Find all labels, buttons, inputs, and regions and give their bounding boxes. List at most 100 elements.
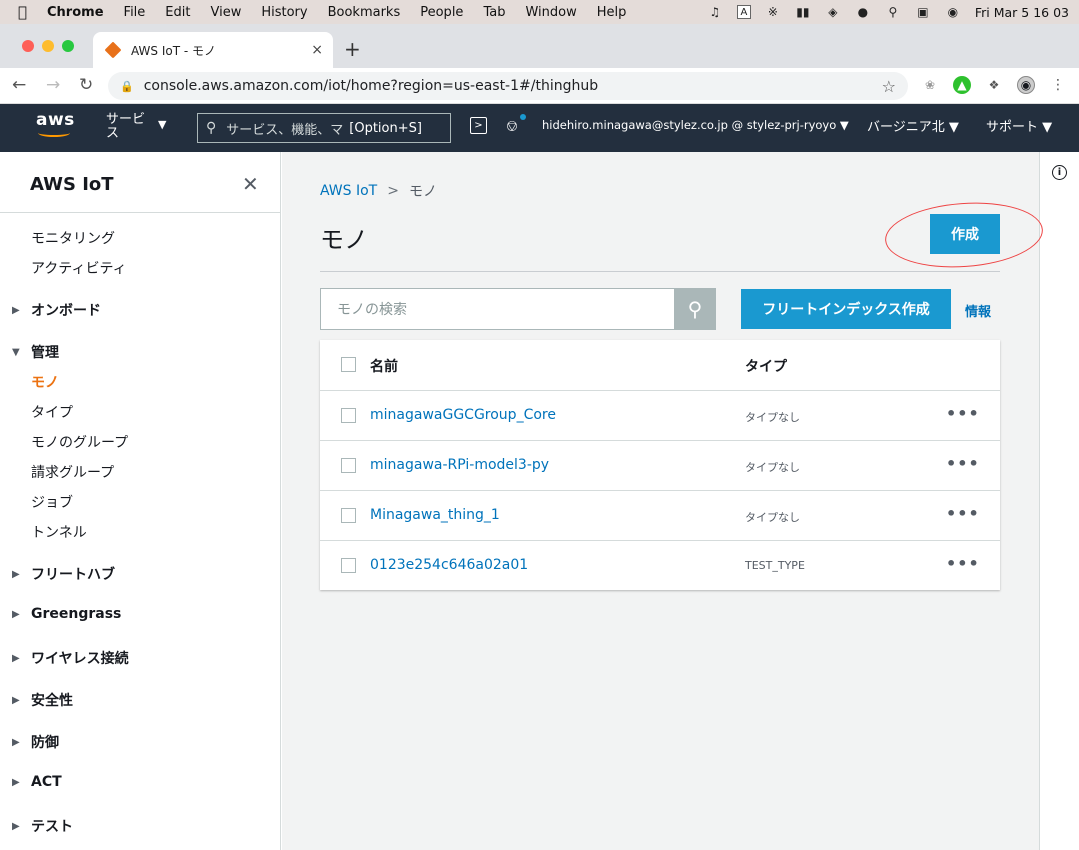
sidebar-item-thing-groups[interactable]: モノのグループ bbox=[31, 432, 128, 452]
sidebar-section-test[interactable]: ▶ テスト bbox=[12, 816, 73, 836]
reload-icon[interactable]: ↻ bbox=[79, 75, 93, 95]
address-bar[interactable]: 🔒 console.aws.amazon.com/iot/home?region… bbox=[108, 72, 908, 100]
menu-window[interactable]: Window bbox=[525, 5, 576, 20]
extension-gray-icon[interactable]: ❀ bbox=[921, 76, 939, 94]
sidebar-close-icon[interactable]: ✕ bbox=[242, 172, 259, 196]
input-source-icon[interactable]: A bbox=[736, 5, 751, 19]
column-header-name[interactable]: 名前 bbox=[370, 356, 398, 376]
aws-logo[interactable]: aws bbox=[36, 110, 75, 130]
notifications-bell-icon[interactable]: ⎊ bbox=[506, 117, 518, 135]
spotlight-icon[interactable]: ⚲ bbox=[885, 5, 901, 19]
thing-name-link[interactable]: 0123e254c646a02a01 bbox=[370, 557, 528, 573]
sidebar-section-fleet-hub[interactable]: ▶ フリートハブ bbox=[12, 564, 115, 584]
user-icon[interactable]: ● bbox=[855, 5, 871, 19]
wifi-icon[interactable]: ◈ bbox=[825, 5, 841, 19]
row-checkbox[interactable] bbox=[341, 408, 356, 423]
sidebar-section-manage[interactable]: ▼ 管理 bbox=[12, 342, 59, 362]
forward-arrow-icon[interactable]: → bbox=[46, 75, 60, 95]
clock[interactable]: Fri Mar 5 16 03 bbox=[975, 5, 1069, 20]
close-window-button[interactable] bbox=[22, 40, 34, 52]
menu-edit[interactable]: Edit bbox=[165, 5, 190, 20]
more-actions-icon[interactable]: ••• bbox=[946, 454, 980, 473]
sidebar-section-onboard[interactable]: ▶ オンボード bbox=[12, 300, 101, 320]
sidebar-item-monitoring[interactable]: モニタリング bbox=[31, 228, 115, 248]
back-arrow-icon[interactable]: ← bbox=[12, 75, 26, 95]
menu-help[interactable]: Help bbox=[597, 5, 627, 20]
chrome-menu-icon[interactable]: ⋮ bbox=[1049, 76, 1067, 94]
breadcrumb-current: モノ bbox=[408, 184, 437, 200]
more-actions-icon[interactable]: ••• bbox=[946, 554, 980, 573]
services-menu[interactable]: サービス bbox=[106, 113, 154, 141]
row-checkbox[interactable] bbox=[341, 558, 356, 573]
lock-icon[interactable]: 🔒 bbox=[120, 80, 134, 93]
services-caret-icon[interactable]: ▼ bbox=[158, 118, 166, 131]
bookmark-star-icon[interactable]: ☆ bbox=[882, 77, 896, 96]
aws-favicon-icon bbox=[104, 41, 122, 59]
table-row[interactable]: 0123e254c646a02a01 TEST_TYPE ••• bbox=[320, 540, 1000, 590]
sidebar-item-activity[interactable]: アクティビティ bbox=[31, 258, 127, 278]
search-icon: ⚲ bbox=[206, 120, 217, 136]
info-link[interactable]: 情報 bbox=[965, 301, 991, 320]
cloudshell-icon[interactable]: > bbox=[470, 117, 487, 134]
browser-tab[interactable]: AWS IoT - モノ × bbox=[93, 32, 333, 68]
mute-icon[interactable]: ♫ bbox=[707, 5, 723, 19]
row-checkbox[interactable] bbox=[341, 508, 356, 523]
control-center-icon[interactable]: ▣ bbox=[915, 5, 931, 19]
sidebar-section-greengrass[interactable]: ▶ Greengrass bbox=[12, 606, 121, 622]
sidebar-item-tunnels[interactable]: トンネル bbox=[31, 522, 87, 542]
menu-tab[interactable]: Tab bbox=[483, 5, 505, 20]
sidebar-item-types[interactable]: タイプ bbox=[31, 402, 73, 422]
region-menu[interactable]: バージニア北 ▼ bbox=[867, 116, 959, 135]
caret-right-icon: ▶ bbox=[12, 608, 20, 620]
account-menu[interactable]: hidehiro.minagawa@stylez.co.jp @ stylez-… bbox=[542, 118, 849, 132]
table-row[interactable]: Minagawa_thing_1 タイプなし ••• bbox=[320, 490, 1000, 540]
sidebar-section-act[interactable]: ▶ ACT bbox=[12, 774, 62, 790]
search-button[interactable]: ⚲ bbox=[674, 288, 716, 330]
sidebar-item-things[interactable]: モノ bbox=[31, 372, 59, 392]
thing-name-link[interactable]: minagawaGGCGroup_Core bbox=[370, 407, 556, 423]
column-header-type[interactable]: タイプ bbox=[745, 356, 787, 376]
select-all-checkbox[interactable] bbox=[341, 357, 356, 372]
row-checkbox[interactable] bbox=[341, 458, 356, 473]
caret-right-icon: ▶ bbox=[12, 736, 20, 748]
extension-green-icon[interactable]: ▲ bbox=[953, 76, 971, 94]
sidebar-section-secure[interactable]: ▶ 安全性 bbox=[12, 690, 73, 710]
fleet-indexing-button[interactable]: フリートインデックス作成 bbox=[741, 289, 951, 329]
sidebar-section-wireless[interactable]: ▶ ワイヤレス接続 bbox=[12, 648, 129, 668]
apple-menu-icon[interactable]:  bbox=[18, 3, 27, 21]
table-row[interactable]: minagawaGGCGroup_Core タイプなし ••• bbox=[320, 390, 1000, 440]
menu-app-name[interactable]: Chrome bbox=[47, 5, 104, 20]
sidebar-item-jobs[interactable]: ジョブ bbox=[31, 492, 73, 512]
menu-view[interactable]: View bbox=[210, 5, 241, 20]
extensions-puzzle-icon[interactable]: ❖ bbox=[985, 76, 1003, 94]
bluetooth-icon[interactable]: ※ bbox=[765, 5, 781, 19]
battery-icon[interactable]: ▮▮ bbox=[795, 5, 811, 19]
thing-name-link[interactable]: minagawa-RPi-model3-py bbox=[370, 457, 549, 473]
menu-bookmarks[interactable]: Bookmarks bbox=[328, 5, 401, 20]
thing-name-link[interactable]: Minagawa_thing_1 bbox=[370, 507, 500, 523]
profile-avatar[interactable]: ◉ bbox=[1017, 76, 1035, 94]
sidebar-section-label: 管理 bbox=[31, 345, 59, 361]
sidebar-item-billing-groups[interactable]: 請求グループ bbox=[31, 462, 114, 482]
thing-search-input[interactable]: モノの検索 bbox=[320, 288, 675, 330]
tab-close-icon[interactable]: × bbox=[311, 42, 323, 58]
caret-down-icon: ▼ bbox=[12, 346, 20, 358]
notification-dot bbox=[520, 114, 526, 120]
zoom-window-button[interactable] bbox=[62, 40, 74, 52]
support-menu[interactable]: サポート ▼ bbox=[986, 116, 1052, 135]
more-actions-icon[interactable]: ••• bbox=[946, 404, 980, 423]
console-search[interactable]: ⚲ サービス、機能、マ [Option+S] bbox=[197, 113, 451, 143]
siri-icon[interactable]: ◉ bbox=[945, 5, 961, 19]
breadcrumb-aws-iot[interactable]: AWS IoT bbox=[320, 183, 377, 199]
menu-people[interactable]: People bbox=[420, 5, 463, 20]
info-icon[interactable]: i bbox=[1052, 165, 1067, 180]
sidebar-section-defend[interactable]: ▶ 防御 bbox=[12, 732, 59, 752]
minimize-window-button[interactable] bbox=[42, 40, 54, 52]
sidebar-section-label: オンボード bbox=[31, 303, 101, 319]
more-actions-icon[interactable]: ••• bbox=[946, 504, 980, 523]
table-row[interactable]: minagawa-RPi-model3-py タイプなし ••• bbox=[320, 440, 1000, 490]
thing-search-placeholder: モノの検索 bbox=[337, 302, 407, 318]
menu-history[interactable]: History bbox=[261, 5, 307, 20]
new-tab-button[interactable]: + bbox=[344, 37, 361, 61]
menu-file[interactable]: File bbox=[124, 5, 146, 20]
